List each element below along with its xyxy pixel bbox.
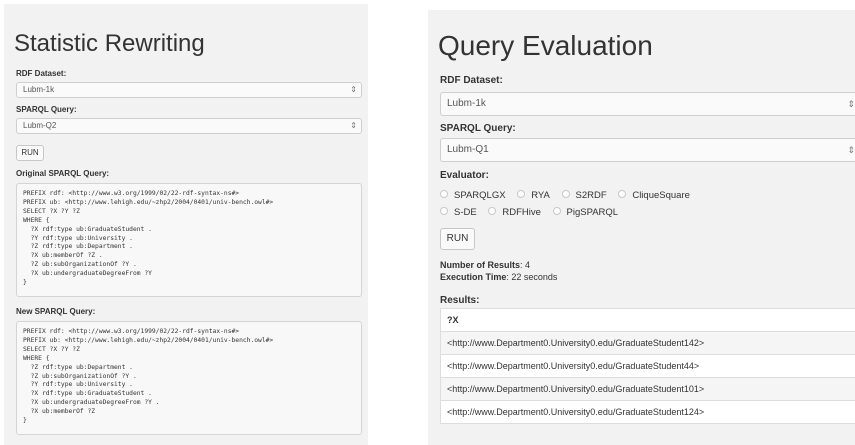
rdf-dataset-value: Lubm-1k [447, 98, 486, 109]
sparql-query-select[interactable]: Lubm-Q2 ⇕ [16, 118, 362, 134]
table-row: <http://www.Department0.University0.edu/… [440, 331, 855, 355]
evaluator-option-rdfhive[interactable]: RDFHive [488, 207, 541, 218]
updown-chevron-icon: ⇕ [847, 99, 855, 109]
number-of-results: Number of Results: 4 [440, 260, 531, 270]
original-query-code: PREFIX rdf: <http://www.w3.org/1999/02/2… [16, 183, 362, 297]
updown-chevron-icon: ⇕ [847, 145, 855, 155]
evaluator-option-cliquesquare[interactable]: CliqueSquare [618, 190, 690, 201]
radio-icon [618, 190, 627, 199]
rdf-dataset-select[interactable]: Lubm-1k ⇕ [440, 92, 855, 116]
rdf-dataset-value: Lubm-1k [23, 85, 55, 94]
sparql-query-value: Lubm-Q2 [23, 121, 57, 130]
radio-icon [488, 207, 497, 216]
run-button[interactable]: RUN [16, 145, 44, 161]
table-row: <http://www.Department0.University0.edu/… [440, 377, 855, 401]
sparql-query-value: Lubm-Q1 [447, 144, 489, 155]
original-query-label: Original SPARQL Query: [16, 169, 110, 178]
result-cell: <http://www.Department0.University0.edu/… [440, 377, 855, 401]
updown-chevron-icon: ⇕ [350, 85, 357, 94]
evaluator-option-s-de[interactable]: S-DE [440, 207, 477, 218]
radio-icon [517, 190, 526, 199]
table-row: <http://www.Department0.University0.edu/… [440, 354, 855, 378]
evaluator-option-s2rdf[interactable]: S2RDF [561, 190, 607, 201]
evaluator-radio-row-2: S-DE RDFHive PigSPARQL [440, 207, 627, 218]
radio-icon [440, 207, 448, 216]
execution-time: Execution Time: 22 seconds [440, 272, 558, 282]
evaluator-option-sparqlgx[interactable]: SPARQLGX [440, 190, 506, 201]
statistic-rewriting-title: Statistic Rewriting [14, 30, 205, 57]
rdf-dataset-label: RDF Dataset: [440, 75, 503, 86]
sparql-query-label: SPARQL Query: [16, 105, 77, 114]
updown-chevron-icon: ⇕ [350, 121, 357, 130]
new-query-code: PREFIX rdf: <http://www.w3.org/1999/02/2… [16, 321, 362, 435]
result-cell: <http://www.Department0.University0.edu/… [440, 354, 855, 378]
evaluator-label: Evaluator: [440, 170, 489, 181]
statistic-rewriting-panel: Statistic Rewriting RDF Dataset: Lubm-1k… [4, 4, 368, 445]
sparql-query-select[interactable]: Lubm-Q1 ⇕ [440, 138, 855, 162]
results-table: ?X <http://www.Department0.University0.e… [440, 308, 855, 424]
rdf-dataset-select[interactable]: Lubm-1k ⇕ [16, 82, 362, 98]
rdf-dataset-label: RDF Dataset: [16, 69, 67, 78]
radio-icon [440, 190, 448, 199]
result-cell: <http://www.Department0.University0.edu/… [440, 331, 855, 355]
radio-icon [552, 207, 561, 216]
query-evaluation-panel: Query Evaluation RDF Dataset: Lubm-1k ⇕ … [428, 10, 855, 445]
table-row: <http://www.Department0.University0.edu/… [440, 400, 855, 424]
query-evaluation-title: Query Evaluation [438, 30, 653, 61]
evaluator-option-rya[interactable]: RYA [517, 190, 550, 201]
new-query-label: New SPARQL Query: [16, 307, 96, 316]
evaluator-radio-row-1: SPARQLGX RYA S2RDF CliqueSquare [440, 190, 699, 201]
sparql-query-label: SPARQL Query: [440, 123, 516, 134]
run-button[interactable]: RUN [440, 228, 475, 250]
results-label: Results: [440, 295, 480, 306]
radio-icon [561, 190, 570, 199]
result-cell: <http://www.Department0.University0.edu/… [440, 400, 855, 424]
results-column-header: ?X [440, 308, 855, 332]
evaluator-option-pigsparql[interactable]: PigSPARQL [552, 207, 618, 218]
